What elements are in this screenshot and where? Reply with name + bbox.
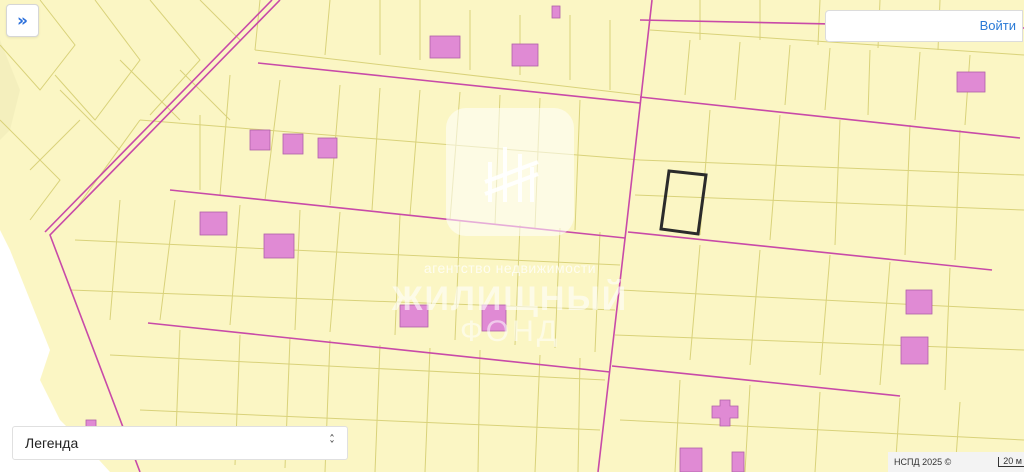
scale-bar: 20 м xyxy=(998,457,1024,467)
building xyxy=(429,35,461,59)
building xyxy=(551,5,561,19)
building xyxy=(956,71,986,93)
map-background xyxy=(0,0,1024,472)
building xyxy=(199,211,228,236)
search-login-bar: Войти xyxy=(825,10,1023,42)
building xyxy=(900,336,929,365)
building xyxy=(317,137,338,159)
building xyxy=(481,304,507,332)
login-button[interactable]: Войти xyxy=(980,18,1016,33)
chevron-up-down-icon: ˆˇ xyxy=(329,433,335,453)
building xyxy=(282,133,304,155)
building xyxy=(731,451,745,472)
building xyxy=(905,289,933,315)
legend-selector[interactable]: Легенда ˆˇ xyxy=(12,426,348,460)
cadastral-map[interactable] xyxy=(0,0,1024,472)
building xyxy=(679,447,703,472)
building xyxy=(399,304,429,328)
building xyxy=(511,43,539,67)
attribution-text: НСПД 2025 © xyxy=(894,457,952,467)
building xyxy=(249,129,271,151)
double-chevron-right-icon: » xyxy=(17,10,28,31)
expand-panel-button[interactable]: » xyxy=(6,4,39,37)
building xyxy=(263,233,295,259)
map-attribution: НСПД 2025 © 20 м xyxy=(888,452,1024,472)
legend-label: Легенда xyxy=(25,435,79,451)
